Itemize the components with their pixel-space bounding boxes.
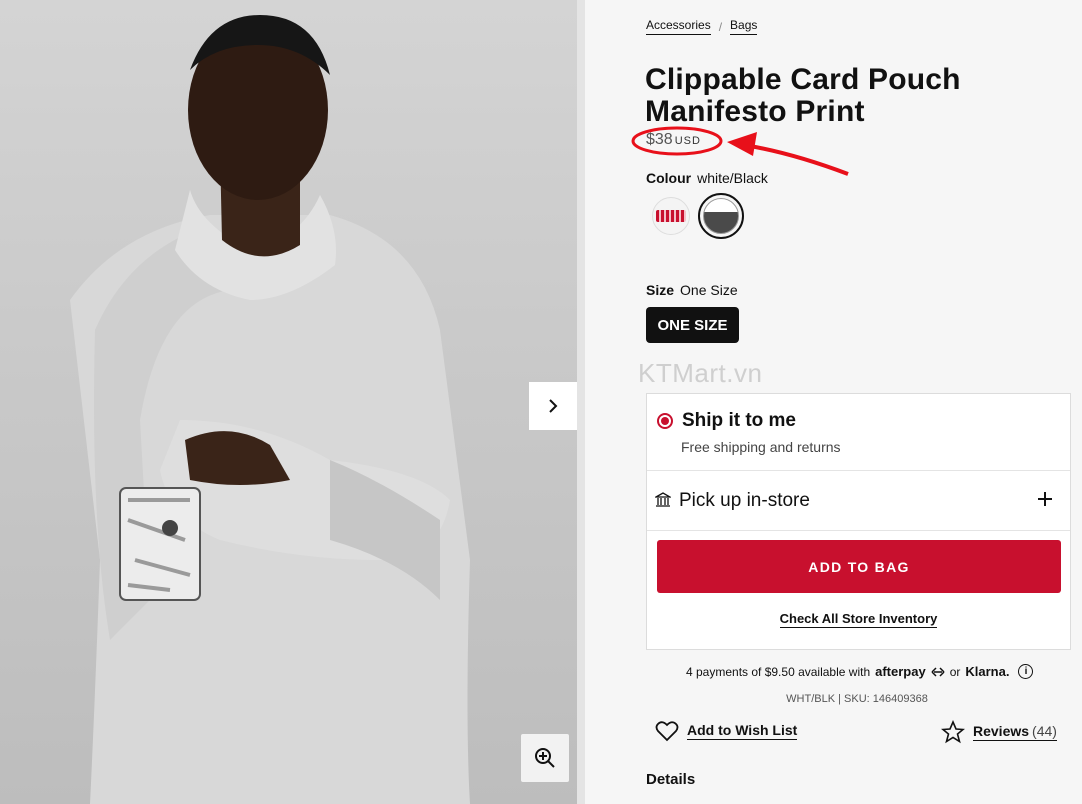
annotation-circle: [631, 126, 723, 156]
ship-radio[interactable]: [657, 413, 673, 429]
breadcrumb-bags[interactable]: Bags: [730, 18, 758, 35]
colour-swatch-red-print[interactable]: [652, 197, 690, 235]
annotation-arrow-head: [727, 132, 757, 156]
add-to-wishlist-button[interactable]: Add to Wish List: [655, 720, 798, 742]
info-icon[interactable]: i: [1018, 664, 1034, 679]
heart-icon: [655, 721, 679, 742]
klarna-logo[interactable]: Klarna.: [965, 664, 1009, 679]
breadcrumb-accessories[interactable]: Accessories: [646, 18, 711, 35]
colour-value: white/Black: [697, 170, 768, 186]
colour-label: Colour: [646, 170, 692, 186]
pickup-option[interactable]: Pick up in-store: [647, 471, 1070, 531]
colour-swatch-white-black[interactable]: [698, 193, 744, 239]
colour-row: Colour white/Black: [646, 170, 768, 186]
model-photo: [70, 15, 470, 804]
reviews-link[interactable]: Reviews (44): [941, 720, 1057, 744]
store-inventory-link-row: Check All Store Inventory: [647, 611, 1070, 628]
gallery-divider: [577, 0, 585, 804]
size-one-size-button[interactable]: ONE SIZE: [646, 307, 739, 343]
pickup-label: Pick up in-store: [679, 490, 810, 511]
details-heading[interactable]: Details: [646, 771, 695, 788]
reviews-label-wrap: Reviews (44): [973, 723, 1057, 741]
product-image: [0, 0, 577, 804]
next-image-button[interactable]: [529, 382, 577, 430]
payments-text: 4 payments of $9.50 available with: [686, 664, 871, 679]
product-title: Clippable Card Pouch Manifesto Print: [645, 63, 961, 128]
plus-icon[interactable]: [1037, 491, 1053, 507]
store-icon: [655, 492, 671, 507]
ship-subtitle: Free shipping and returns: [681, 439, 841, 455]
reviews-count: (44): [1032, 723, 1057, 739]
zoom-in-icon: [535, 748, 555, 768]
breadcrumb-separator: /: [718, 19, 723, 34]
check-store-inventory-link[interactable]: Check All Store Inventory: [779, 611, 938, 628]
payments-or: or: [949, 664, 961, 679]
watermark: KTMart.vn: [638, 358, 763, 388]
afterpay-logo[interactable]: afterpay: [875, 664, 926, 679]
breadcrumb: Accessories / Bags: [646, 18, 758, 35]
ship-title: Ship it to me: [682, 410, 796, 431]
wishlist-label: Add to Wish List: [687, 722, 798, 740]
swatch-inner: [703, 198, 739, 234]
fulfillment-box: Ship it to me Free shipping and returns …: [646, 393, 1071, 650]
product-info-panel: Accessories / Bags Clippable Card Pouch …: [585, 0, 1082, 804]
sku-text: WHT/BLK | SKU: 146409368: [786, 693, 928, 705]
ship-option[interactable]: Ship it to me Free shipping and returns: [647, 394, 1070, 471]
chevron-right-icon: [549, 399, 558, 413]
size-label: Size: [646, 282, 675, 298]
star-icon: [941, 720, 965, 744]
size-value: One Size: [680, 282, 738, 298]
reviews-label: Reviews: [973, 723, 1030, 739]
zoom-button[interactable]: [521, 734, 569, 782]
add-to-bag-button[interactable]: ADD TO BAG: [657, 540, 1061, 593]
afterpay-arrows-icon: [931, 666, 945, 677]
size-row: Size One Size: [646, 282, 738, 298]
payment-options: 4 payments of $9.50 available with after…: [686, 664, 1034, 679]
